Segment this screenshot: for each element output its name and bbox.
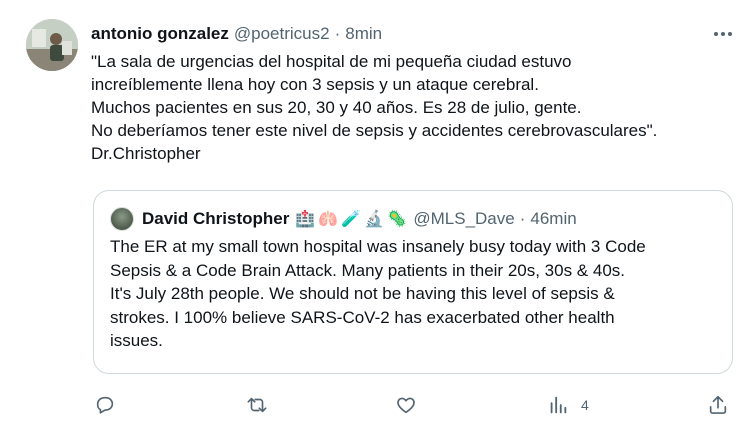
action-bar: 4 bbox=[0, 390, 752, 420]
tweet-text-line: "La sala de urgencias del hospital de mi… bbox=[91, 52, 572, 71]
quoted-text-line: The ER at my small town hospital was ins… bbox=[110, 237, 646, 256]
retweet-button[interactable] bbox=[246, 390, 268, 420]
author-handle[interactable]: @poetricus2 bbox=[234, 24, 330, 44]
like-icon bbox=[397, 397, 415, 414]
test-tube-emoji: 🧪 bbox=[341, 211, 362, 228]
share-icon bbox=[709, 395, 727, 414]
tweet-text-line: Dr.Christopher bbox=[91, 144, 201, 163]
tweet-text-line: Muchos pacientes en sus 20, 30 y 40 años… bbox=[91, 98, 582, 117]
quoted-text-line: It's July 28th people. We should not be … bbox=[110, 284, 615, 303]
tweet-text: "La sala de urgencias del hospital de mi… bbox=[91, 50, 731, 165]
share-button[interactable] bbox=[707, 390, 729, 420]
quoted-timestamp: 46min bbox=[530, 209, 577, 228]
hospital-emoji: 🏥 bbox=[295, 211, 316, 228]
more-options-icon[interactable] bbox=[712, 24, 734, 44]
quoted-text-line: issues. bbox=[110, 331, 163, 350]
reply-button[interactable] bbox=[94, 390, 116, 420]
quoted-avatar bbox=[110, 207, 134, 231]
quoted-text-line: Sepsis & a Code Brain Attack. Many patie… bbox=[110, 260, 625, 280]
tweet-header: antonio gonzalez @poetricus2 · 8min bbox=[91, 23, 382, 45]
microscope-emoji: 🔬 bbox=[364, 211, 385, 228]
lungs-emoji: 🫁 bbox=[318, 211, 339, 228]
views-button[interactable]: 4 bbox=[547, 390, 589, 420]
views-icon bbox=[550, 396, 567, 414]
microbe-emoji: 🦠 bbox=[387, 211, 408, 228]
timestamp[interactable]: 8min bbox=[345, 24, 382, 44]
tweet-text-line: increíblemente llena hoy con 3 sepsis y … bbox=[91, 75, 539, 94]
separator-dot: · bbox=[519, 209, 526, 228]
quoted-tweet[interactable]: David Christopher 🏥 🫁 🧪 🔬 🦠 @MLS_Dave · … bbox=[93, 190, 733, 374]
retweet-icon bbox=[247, 397, 267, 413]
author-name[interactable]: antonio gonzalez bbox=[91, 24, 229, 44]
quoted-tweet-text: The ER at my small town hospital was ins… bbox=[110, 235, 720, 353]
like-button[interactable] bbox=[395, 390, 417, 420]
quoted-text-line: strokes. I 100% believe SARS-CoV-2 has e… bbox=[110, 307, 615, 327]
views-count: 4 bbox=[581, 397, 589, 413]
tweet-text-line: No deberíamos tener este nivel de sepsis… bbox=[91, 121, 658, 140]
separator-dot: · bbox=[334, 24, 341, 43]
avatar[interactable] bbox=[26, 19, 78, 71]
name-emojis: 🏥 🫁 🧪 🔬 🦠 bbox=[295, 209, 407, 229]
reply-icon bbox=[96, 396, 114, 414]
quoted-author-handle: @MLS_Dave bbox=[413, 209, 515, 228]
quoted-tweet-header: David Christopher 🏥 🫁 🧪 🔬 🦠 @MLS_Dave · … bbox=[110, 207, 577, 231]
quoted-author-name: David Christopher bbox=[142, 209, 290, 228]
tweet: antonio gonzalez @poetricus2 · 8min "La … bbox=[0, 0, 752, 430]
